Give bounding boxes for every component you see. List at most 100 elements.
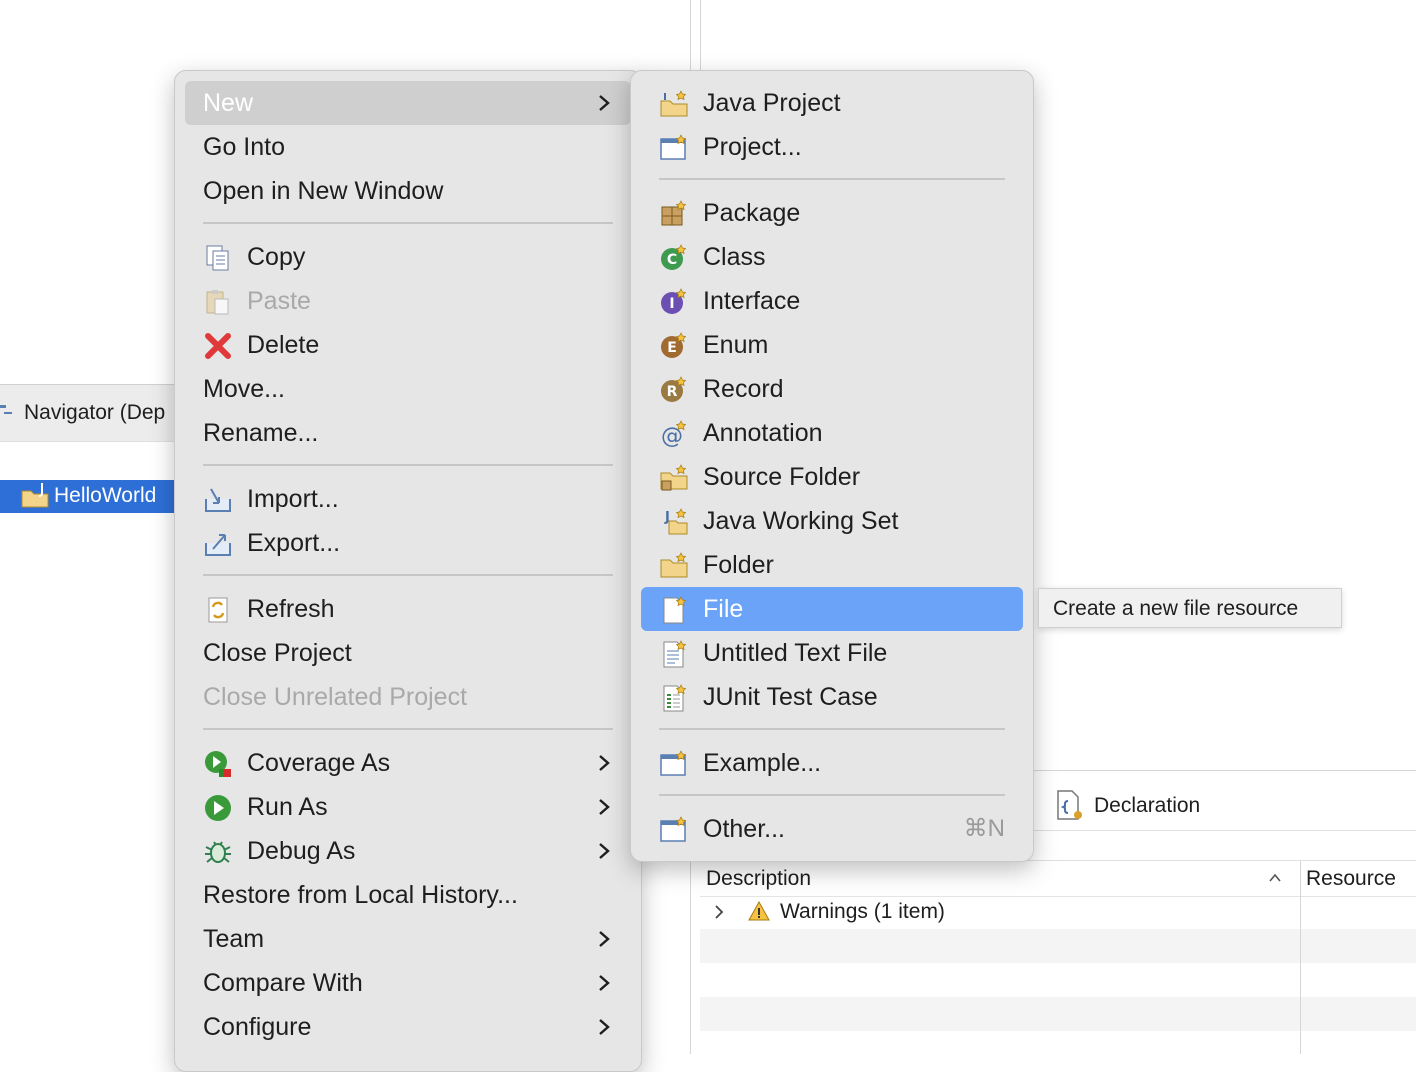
menu-item-label: Folder (703, 551, 774, 579)
context-menu: New Go Into Open in New Window Copy Past… (174, 70, 642, 1072)
menu-item-label: Untitled Text File (703, 639, 888, 667)
menu-item-label: Class (703, 243, 766, 271)
menu-item-restore-local-history[interactable]: Restore from Local History... (185, 873, 631, 917)
file-icon (663, 596, 687, 624)
menu-separator (659, 178, 1005, 180)
navigator-icon (0, 405, 12, 414)
menu-item-annotation[interactable]: @ Annotation (641, 411, 1023, 455)
delete-icon (205, 333, 231, 359)
menu-item-java-project[interactable]: Java Project (641, 81, 1023, 125)
menu-separator (203, 464, 613, 466)
class-icon: C (661, 244, 687, 270)
menu-item-paste[interactable]: Paste (185, 279, 631, 323)
menu-item-label: Go Into (203, 133, 285, 161)
new-project-icon (660, 134, 687, 160)
java-project-icon (21, 483, 49, 508)
menu-item-label: Coverage As (247, 749, 391, 777)
new-submenu: Java Project Project... Package C Class … (630, 70, 1034, 862)
menu-item-label: Project... (703, 133, 802, 161)
menu-item-folder[interactable]: Folder (641, 543, 1023, 587)
menu-item-label: Other... (703, 815, 785, 843)
menu-item-team[interactable]: Team (185, 917, 631, 961)
menu-item-export[interactable]: Export... (185, 521, 631, 565)
tooltip-text: Create a new file resource (1053, 597, 1299, 620)
menu-item-close-unrelated-project[interactable]: Close Unrelated Project (185, 675, 631, 719)
menu-item-configure[interactable]: Configure (185, 1005, 631, 1049)
import-icon (205, 488, 231, 512)
menu-item-move[interactable]: Move... (185, 367, 631, 411)
menu-item-debug-as[interactable]: Debug As (185, 829, 631, 873)
menu-item-enum[interactable]: E Enum (641, 323, 1023, 367)
table-row (700, 929, 1416, 963)
menu-item-untitled-text-file[interactable]: Untitled Text File (641, 631, 1023, 675)
menu-item-refresh[interactable]: Refresh (185, 587, 631, 631)
menu-item-coverage-as[interactable]: Coverage As (185, 741, 631, 785)
table-row (700, 963, 1416, 997)
refresh-icon (208, 597, 228, 623)
menu-item-label: Close Project (203, 639, 352, 667)
menu-item-label: Refresh (247, 595, 335, 623)
menu-item-label: Restore from Local History... (203, 881, 518, 909)
menu-item-delete[interactable]: Delete (185, 323, 631, 367)
menu-item-project[interactable]: Project... (641, 125, 1023, 169)
navigator-tab[interactable]: Navigator (Dep (0, 384, 175, 442)
menu-item-label: Source Folder (703, 463, 861, 491)
menu-separator (203, 222, 613, 224)
menu-item-label: Delete (247, 331, 320, 359)
navigator-tab-label: Navigator (Dep (24, 401, 166, 424)
problems-table-header: Description Resource (700, 860, 1416, 897)
menu-item-label: Copy (247, 243, 306, 271)
menu-item-run-as[interactable]: Run As (185, 785, 631, 829)
svg-text:I: I (669, 296, 674, 312)
export-icon (205, 534, 231, 556)
column-resource[interactable]: Resource (1306, 867, 1396, 891)
menu-item-example[interactable]: Example... (641, 741, 1023, 785)
menu-item-label: Debug As (247, 837, 356, 865)
menu-item-label: Enum (703, 331, 769, 359)
menu-item-go-into[interactable]: Go Into (185, 125, 631, 169)
declaration-icon (1057, 790, 1082, 820)
text-file-icon (663, 640, 687, 668)
menu-item-compare-with[interactable]: Compare With (185, 961, 631, 1005)
menu-item-new[interactable]: New (185, 81, 631, 125)
folder-icon (660, 552, 688, 578)
menu-item-junit-test-case[interactable]: JUnit Test Case (641, 675, 1023, 719)
menu-item-class[interactable]: C Class (641, 235, 1023, 279)
project-tree-item-helloworld[interactable]: HelloWorld (0, 480, 175, 513)
svg-text:R: R (667, 384, 678, 400)
menu-item-open-new-window[interactable]: Open in New Window (185, 169, 631, 213)
menu-item-file[interactable]: File (641, 587, 1023, 631)
menu-item-java-working-set[interactable]: J Java Working Set (641, 499, 1023, 543)
menu-separator (203, 728, 613, 730)
chevron-right-icon (599, 95, 610, 111)
sort-ascending-icon (1269, 873, 1281, 882)
chevron-right-icon[interactable] (712, 904, 726, 920)
table-row[interactable]: Warnings (1 item) (700, 895, 1416, 929)
annotation-icon: @ (661, 420, 687, 449)
source-folder-icon (660, 464, 688, 491)
menu-item-close-project[interactable]: Close Project (185, 631, 631, 675)
paste-icon (206, 290, 229, 315)
coverage-icon (205, 751, 231, 777)
menu-item-record[interactable]: R Record (641, 367, 1023, 411)
chevron-right-icon (599, 975, 610, 991)
menu-item-import[interactable]: Import... (185, 477, 631, 521)
menu-item-other[interactable]: Other... ⌘N (641, 807, 1023, 851)
record-icon: R (661, 376, 687, 402)
project-label: HelloWorld (54, 484, 157, 507)
menu-item-rename[interactable]: Rename... (185, 411, 631, 455)
tooltip: Create a new file resource (1038, 588, 1342, 628)
menu-item-label: JUnit Test Case (703, 683, 878, 711)
column-description[interactable]: Description (706, 867, 811, 891)
menu-item-copy[interactable]: Copy (185, 235, 631, 279)
menu-item-label: Record (703, 375, 784, 403)
debug-bug-icon (205, 841, 231, 863)
menu-item-package[interactable]: Package (641, 191, 1023, 235)
menu-item-source-folder[interactable]: Source Folder (641, 455, 1023, 499)
menu-item-interface[interactable]: I Interface (641, 279, 1023, 323)
column-divider (1300, 895, 1301, 1054)
menu-item-label: Example... (703, 749, 822, 777)
tab-declaration[interactable]: Declaration (1020, 780, 1416, 831)
column-divider[interactable] (1300, 861, 1301, 896)
menu-separator (659, 728, 1005, 730)
